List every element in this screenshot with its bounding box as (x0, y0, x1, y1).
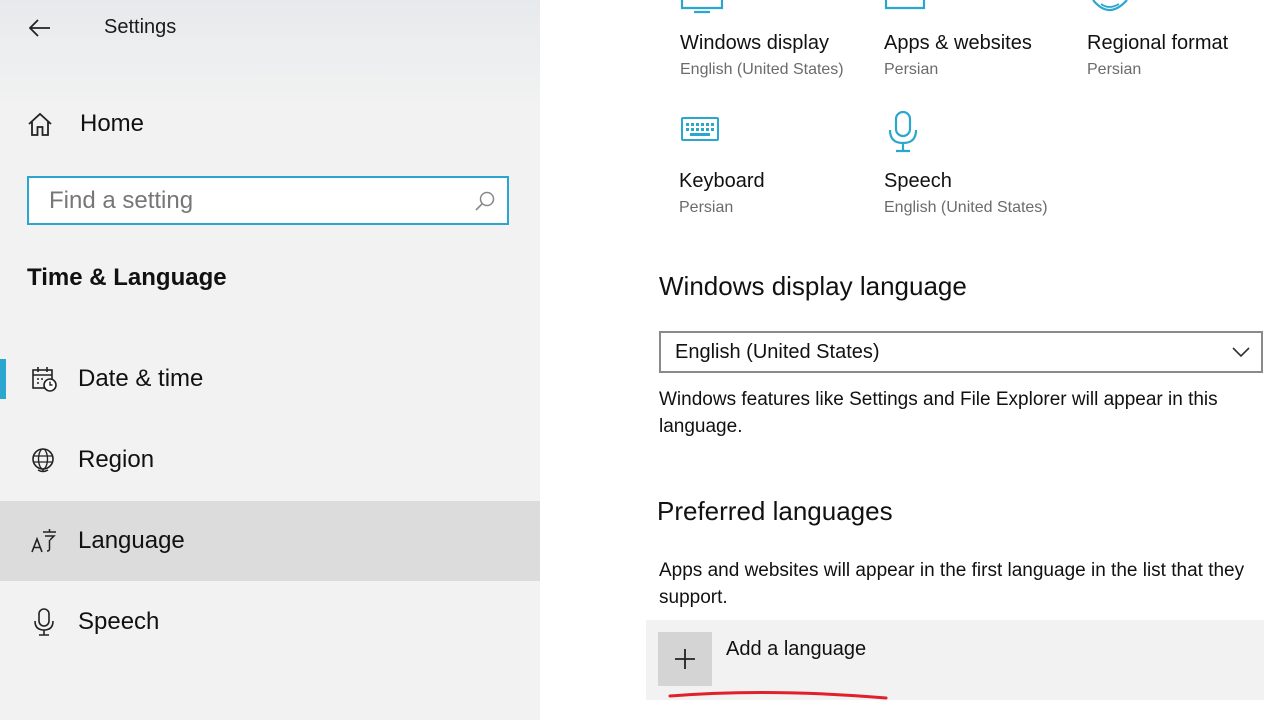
app-title: Settings (104, 16, 177, 38)
tile-sub: Persian (1087, 61, 1142, 78)
sidebar-item-language[interactable]: Language (0, 501, 540, 581)
globe-icon (1092, 0, 1128, 12)
sidebar-item-label: Date & time (78, 365, 204, 392)
search-input[interactable] (47, 177, 463, 224)
window-icon (884, 0, 926, 10)
monitor-icon (680, 0, 724, 14)
preferred-languages-description: Apps and websites will appear in the fir… (659, 560, 1245, 608)
dropdown-value: English (United States) (675, 340, 880, 363)
globe-icon (24, 440, 64, 480)
tile-apps-websites[interactable]: Apps & websites Persian (884, 0, 1032, 79)
section-title: Time & Language (27, 264, 227, 291)
search-icon[interactable] (463, 179, 507, 223)
tile-name: Windows display (680, 32, 829, 54)
display-language-dropdown[interactable]: English (United States) (659, 331, 1263, 373)
microphone-icon (24, 602, 64, 642)
keyboard-icon (681, 117, 719, 141)
tile-windows-display[interactable]: Windows display English (United States) (680, 0, 844, 79)
sidebar-item-label: Language (78, 527, 185, 554)
tile-keyboard[interactable]: Keyboard Persian (679, 117, 765, 217)
sidebar-header-bg (0, 0, 540, 110)
sidebar-item-date-time[interactable]: Date & time (0, 339, 540, 419)
tile-sub: Persian (884, 61, 939, 78)
display-language-heading: Windows display language (659, 271, 967, 301)
sidebar-item-label: Region (78, 446, 155, 473)
tile-sub: English (United States) (884, 199, 1048, 216)
back-arrow-icon (29, 19, 50, 37)
sidebar: Settings Home Time & Language (0, 0, 540, 720)
preferred-languages-heading: Preferred languages (657, 496, 893, 526)
calendar-clock-icon (24, 359, 64, 399)
tile-sub: English (United States) (680, 61, 844, 78)
microphone-icon (888, 110, 918, 153)
search-box[interactable] (27, 176, 509, 225)
tile-name: Regional format (1087, 32, 1229, 54)
back-button[interactable] (22, 10, 58, 46)
settings-window: Settings Home Time & Language (0, 0, 1280, 720)
tile-speech[interactable]: Speech English (United States) (884, 110, 1048, 217)
sidebar-item-speech[interactable]: Speech (0, 582, 540, 662)
home-icon (28, 112, 52, 136)
red-underline-annotation (668, 690, 888, 700)
sidebar-item-label: Speech (78, 608, 160, 635)
add-language-label: Add a language (726, 638, 867, 660)
tile-name: Speech (884, 170, 952, 192)
main-content: Windows display English (United States) … (626, 0, 1280, 720)
home-label: Home (80, 110, 145, 137)
tile-name: Apps & websites (884, 32, 1032, 54)
tile-regional-format[interactable]: Regional format Persian (1087, 0, 1229, 79)
plus-icon (658, 632, 712, 686)
language-icon (24, 521, 64, 561)
display-language-description: Windows features like Settings and File … (659, 389, 1218, 437)
chevron-down-icon (1221, 347, 1261, 357)
active-indicator (0, 359, 6, 399)
home-nav-item[interactable]: Home (26, 104, 144, 144)
tile-name: Keyboard (679, 170, 765, 192)
tile-sub: Persian (679, 199, 734, 216)
sidebar-item-region[interactable]: Region (0, 420, 540, 500)
